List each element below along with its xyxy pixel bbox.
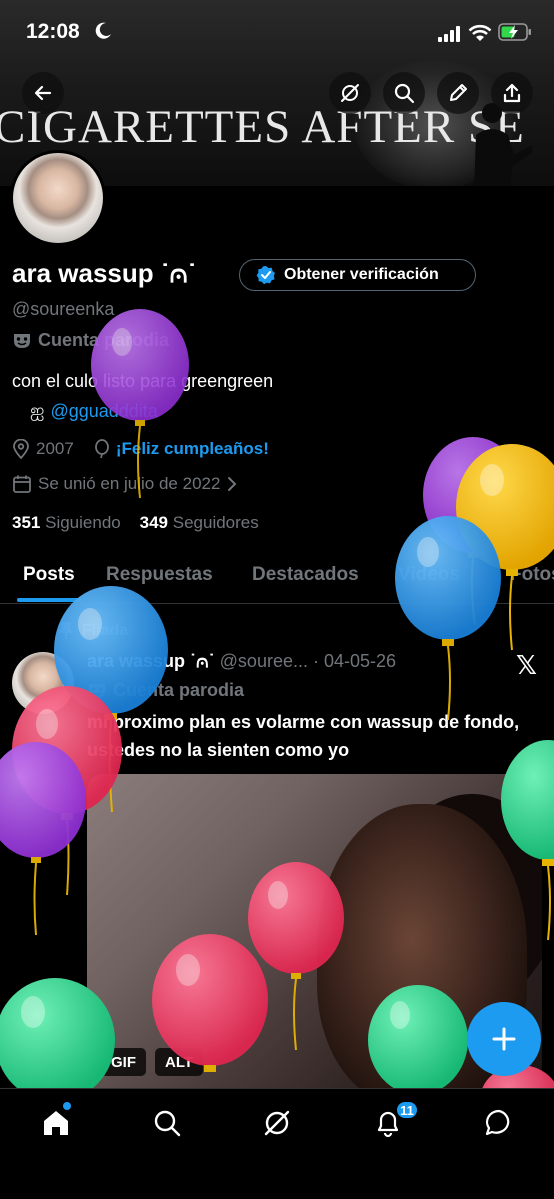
edit-button[interactable] <box>437 72 479 114</box>
bio-mention-link[interactable]: @gguadddita <box>50 401 157 422</box>
mask-icon <box>14 333 30 348</box>
followers-count: 349 <box>139 513 169 532</box>
joined-row[interactable]: Se unió en julio de 2022 <box>12 474 238 494</box>
bio-mention-line: ஐ @gguadddita <box>30 400 158 423</box>
pinned-text: Fijada <box>82 622 129 639</box>
pin-icon <box>59 622 73 639</box>
get-verified-button[interactable]: Obtener verificación <box>239 259 476 291</box>
share-button[interactable] <box>491 72 533 114</box>
balloon-icon <box>94 439 109 459</box>
joined-text: Se unió en julio de 2022 <box>38 474 221 493</box>
profile-handle: @soureenka <box>12 299 115 319</box>
grok-icon <box>341 84 359 102</box>
plus-icon <box>492 1027 516 1051</box>
mask-icon <box>89 683 105 698</box>
grok-button[interactable] <box>329 72 371 114</box>
tab-replies[interactable]: Respuestas <box>106 564 213 586</box>
search-icon <box>394 83 415 104</box>
post-avatar[interactable] <box>12 652 74 714</box>
bio-symbol: ஐ <box>30 400 45 420</box>
profile-tabs: Posts Respuestas Destacados Videos Fotos <box>0 552 554 604</box>
nav-messages[interactable] <box>479 1103 519 1143</box>
x-logo-icon: 𝕏 <box>516 650 537 680</box>
alt-badge[interactable]: ALT <box>155 1048 204 1076</box>
arrow-left-icon <box>34 85 52 101</box>
home-unread-dot <box>63 1102 71 1110</box>
profile-meta-row: 2007 ¡Feliz cumpleaños! <box>12 439 269 459</box>
moon-icon <box>95 22 111 39</box>
bottom-navigation <box>0 1088 554 1199</box>
calendar-icon <box>13 475 31 493</box>
pencil-icon <box>450 84 467 101</box>
profile-name: ara wassup ˙⩀˙ <box>12 258 197 288</box>
balloon-purple-left <box>0 742 86 936</box>
grok-icon <box>264 1110 290 1136</box>
following-link[interactable]: 351 Siguiendo <box>12 513 121 532</box>
get-verified-label: Obtener verificación <box>284 266 439 283</box>
profile-avatar[interactable] <box>10 150 106 246</box>
tab-videos[interactable]: Videos <box>398 564 460 586</box>
followers-label: Seguidores <box>172 513 259 532</box>
chevron-right-icon <box>228 477 237 491</box>
followers-link[interactable]: 349 Seguidores <box>140 513 259 532</box>
post-parody-label: Cuenta parodia <box>87 680 244 701</box>
post-handle-date: @souree... · 04-05-26 <box>219 651 397 671</box>
bio-line: con el culo listo para greengreen <box>12 371 274 391</box>
location-pin-icon <box>13 439 29 459</box>
post-parody-text: Cuenta parodia <box>113 680 245 700</box>
notifications-badge: 11 <box>395 1100 419 1120</box>
search-icon <box>154 1110 181 1137</box>
share-icon <box>503 83 521 103</box>
status-bar: 12:08 <box>0 0 554 66</box>
following-count: 351 <box>12 513 41 532</box>
avatar-image <box>13 153 103 243</box>
status-time: 12:08 <box>26 20 80 43</box>
parody-label: Cuenta parodia <box>12 330 169 351</box>
wifi-icon <box>468 24 492 41</box>
following-label: Siguiendo <box>45 513 121 532</box>
signal-icon <box>438 26 460 42</box>
tab-photos[interactable]: Fotos <box>510 564 554 586</box>
balloon-blue-right <box>395 516 501 721</box>
nav-grok[interactable] <box>257 1103 297 1143</box>
back-button[interactable] <box>22 72 64 114</box>
verified-badge-icon <box>256 266 275 285</box>
gif-badge: GIF <box>101 1048 146 1076</box>
battery-charging-icon <box>498 23 531 41</box>
tab-posts[interactable]: Posts <box>23 564 75 586</box>
chat-bubble-icon <box>485 1109 510 1136</box>
birthday-text[interactable]: ¡Feliz cumpleaños! <box>116 439 269 459</box>
post-header: ara wassup ˙⩀˙ @souree... · 04-05-26 <box>87 651 396 672</box>
tab-highlights[interactable]: Destacados <box>252 564 359 586</box>
active-tab-indicator <box>17 598 81 602</box>
follow-stats: 351 Siguiendo 349 Seguidores <box>12 513 259 533</box>
search-button[interactable] <box>383 72 425 114</box>
parody-text: Cuenta parodia <box>38 330 170 350</box>
post-author-name[interactable]: ara wassup ˙⩀˙ <box>87 651 215 671</box>
compose-post-button[interactable] <box>467 1002 541 1076</box>
nav-search[interactable] <box>147 1103 187 1143</box>
home-icon <box>44 1111 68 1135</box>
post-text: mi proximo plan es volarme con wassup de… <box>87 712 520 760</box>
pinned-label: Fijada <box>58 622 128 640</box>
nav-home[interactable] <box>36 1103 76 1143</box>
location-text: 2007 <box>36 439 74 458</box>
balloon-yellow <box>456 444 554 651</box>
